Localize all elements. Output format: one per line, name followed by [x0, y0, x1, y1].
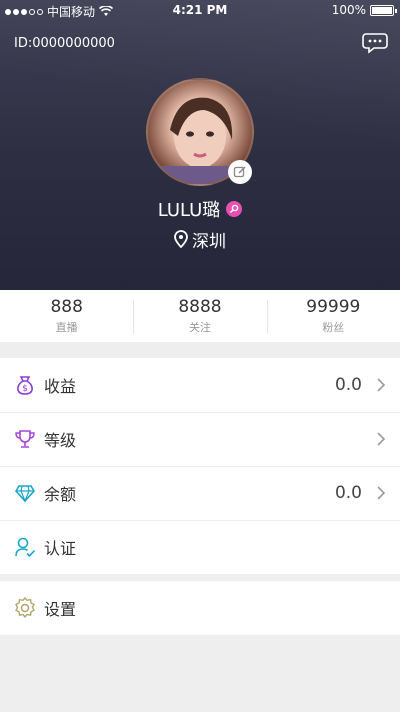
avatar-container[interactable] [146, 78, 254, 186]
menu-group-settings: 设置 [0, 581, 400, 635]
menu-item-level[interactable]: 等级 [0, 412, 400, 466]
stat-live[interactable]: 888 直播 [0, 290, 133, 342]
menu-item-balance[interactable]: 余额 0.0 [0, 466, 400, 520]
menu-label: 余额 [44, 485, 77, 504]
stats-bar: 888 直播 8888 关注 99999 粉丝 [0, 290, 400, 342]
edit-avatar-button[interactable] [228, 160, 252, 184]
edit-icon [233, 166, 246, 178]
menu-item-earnings[interactable]: $ 收益 0.0 [0, 358, 400, 412]
location-pin-icon [174, 230, 188, 248]
money-bag-icon: $ [14, 374, 36, 396]
menu-item-settings[interactable]: 设置 [0, 581, 400, 635]
diamond-icon [14, 482, 36, 504]
user-verify-icon [14, 536, 36, 558]
battery-icon [370, 4, 397, 16]
stat-label: 关注 [188, 321, 211, 334]
location-row: 深圳 [0, 228, 400, 252]
location-text: 深圳 [192, 231, 226, 252]
status-right: 100% [331, 3, 397, 17]
gender-female-icon [226, 201, 243, 217]
chevron-right-icon [377, 432, 386, 446]
gear-icon [14, 597, 36, 619]
menu-value: 0.0 [334, 375, 362, 395]
status-bar: 中国移动 4:21 PM 100% [0, 0, 400, 20]
chevron-right-icon [377, 486, 386, 500]
profile-header: 中国移动 4:21 PM 100% ID:0000000000 LULU璐 深圳 [0, 0, 400, 290]
menu-label: 认证 [44, 539, 77, 558]
user-id: ID:0000000000 [14, 36, 115, 51]
menu-value: 0.0 [334, 483, 362, 503]
stat-value: 888 [50, 297, 83, 317]
svg-text:$: $ [22, 384, 28, 394]
message-icon[interactable] [362, 32, 388, 54]
menu-label: 等级 [44, 431, 77, 450]
stat-label: 粉丝 [322, 321, 345, 334]
chevron-right-icon [377, 378, 386, 392]
stat-fans[interactable]: 99999 粉丝 [266, 290, 400, 342]
stat-value: 8888 [178, 297, 222, 317]
stat-label: 直播 [55, 321, 78, 334]
battery-percent: 100% [331, 3, 366, 17]
menu-label: 收益 [44, 377, 77, 396]
username-row: LULU璐 [0, 197, 400, 221]
menu-group-main: $ 收益 0.0 等级 余额 0.0 认证 [0, 358, 400, 574]
stat-value: 99999 [306, 297, 361, 317]
menu-label: 设置 [44, 600, 77, 619]
stat-following[interactable]: 8888 关注 [133, 290, 266, 342]
username: LULU璐 [157, 200, 221, 221]
menu-item-verification[interactable]: 认证 [0, 520, 400, 574]
trophy-icon [14, 428, 36, 450]
